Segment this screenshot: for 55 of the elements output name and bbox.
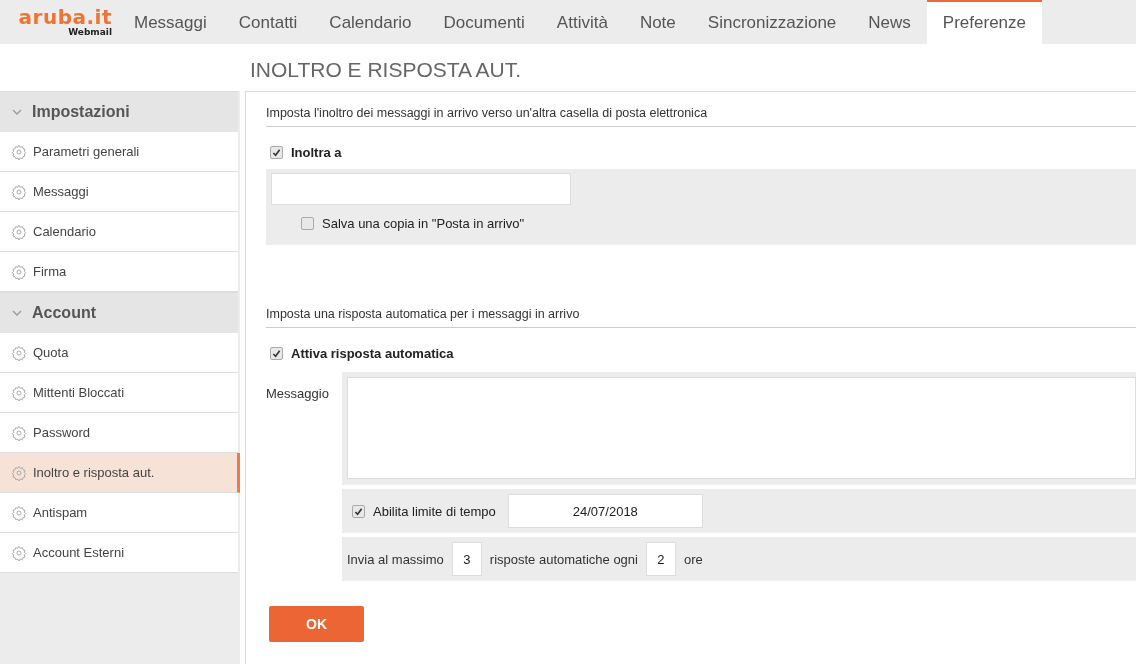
sidebar-item[interactable]: Messaggi	[0, 172, 238, 212]
gear-icon	[11, 263, 27, 280]
nav-tab[interactable]: News	[852, 0, 927, 44]
chevron-icon	[12, 107, 22, 117]
sidebar-item[interactable]: Account Esterni	[0, 533, 238, 573]
checkbox-label: Attiva risposta automatica	[291, 345, 454, 361]
gear-icon	[11, 464, 27, 481]
gear-icon	[11, 544, 27, 561]
sidebar-item[interactable]: Firma	[0, 252, 238, 292]
sidebar-item[interactable]: Antispam	[0, 493, 238, 533]
nav-tab[interactable]: Note	[623, 0, 692, 44]
page-title: INOLTRO E RISPOSTA AUT.	[250, 56, 522, 82]
logo[interactable]: aruba.it Webmail	[0, 0, 118, 44]
nav-tab[interactable]: Messaggi	[118, 0, 223, 44]
logo-text: aruba.it	[18, 7, 112, 27]
section-heading: Imposta una risposta automatica per i messaggi in arrivo	[266, 293, 1136, 328]
checkbox[interactable]	[301, 216, 314, 230]
nav-tab[interactable]: Preferenze	[926, 0, 1042, 44]
gear-icon	[11, 143, 27, 160]
logo-subtitle: Webmail	[68, 27, 112, 37]
limit-label: Invia al massimo	[347, 551, 444, 567]
nav-tab[interactable]: Sincronizzazione	[691, 0, 853, 44]
limit-label: risposte automatiche ogni	[489, 551, 638, 567]
message-label: Messaggio	[266, 385, 330, 403]
sidebar-item[interactable]: Inoltro e risposta aut.	[0, 453, 240, 493]
date-input-field[interactable]: 24/07/2018	[507, 494, 703, 528]
checkbox-label: Inoltra a	[291, 144, 342, 160]
sidebar-item[interactable]: Calendario	[0, 212, 238, 252]
chevron-icon	[12, 308, 22, 318]
sidebar-item[interactable]: Quota	[0, 333, 238, 373]
sidebar-item[interactable]: Parametri generali	[0, 132, 238, 172]
email-input-field[interactable]	[271, 173, 571, 205]
gear-icon	[11, 223, 27, 240]
gear-icon	[11, 344, 27, 361]
sidebar-group-header[interactable]: Account	[0, 292, 238, 333]
sidebar-item[interactable]: Mittenti Bloccati	[0, 373, 238, 413]
section-heading: Imposta l'inoltro dei messaggi in arrivo verso un'altra casella di posta elettronica	[266, 92, 1136, 127]
checkbox-label: Abilita limite di tempo	[373, 503, 496, 519]
nav-tab[interactable]: Calendario	[313, 0, 428, 44]
gear-icon	[11, 504, 27, 521]
gear-icon	[11, 424, 27, 441]
sidebar-group-header[interactable]: Impostazioni	[0, 91, 238, 132]
number-input-field[interactable]: 2	[645, 542, 676, 576]
checkbox[interactable]	[352, 504, 365, 518]
sidebar-item[interactable]: Password	[0, 413, 238, 453]
checkbox-label: Salva una copia in "Posta in arrivo"	[322, 215, 525, 231]
checkbox[interactable]	[270, 145, 283, 159]
nav-tab[interactable]: Attività	[540, 0, 624, 44]
checkbox[interactable]	[270, 346, 283, 360]
number-input-field[interactable]: 3	[451, 542, 482, 576]
gear-icon	[11, 183, 27, 200]
nav-tab[interactable]: Contatti	[222, 0, 314, 44]
nav-tab[interactable]: Documenti	[427, 0, 541, 44]
gear-icon	[11, 384, 27, 401]
limit-label: ore	[683, 551, 703, 567]
